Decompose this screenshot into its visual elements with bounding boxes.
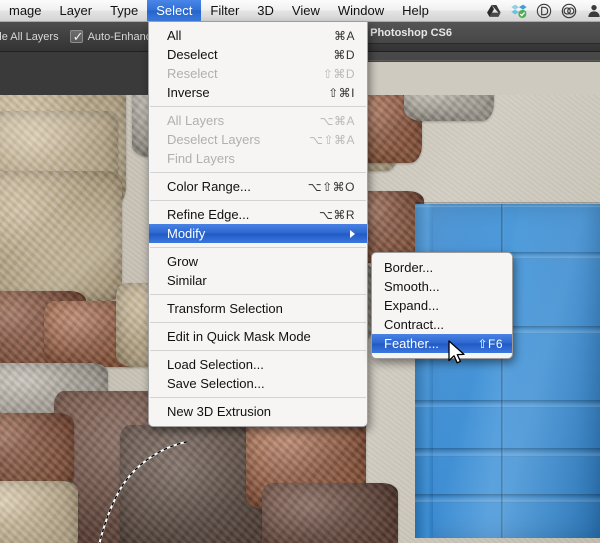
- stone-block: [0, 481, 78, 543]
- menu-item-border[interactable]: Border...: [372, 258, 512, 277]
- creative-cloud-icon[interactable]: [561, 3, 577, 19]
- menu-item-reselect: Reselect⇧⌘D: [149, 64, 367, 83]
- stone-block: [262, 483, 398, 543]
- menu-select[interactable]: Select: [147, 0, 201, 21]
- menu-item-shortcut: ⌘A: [334, 29, 355, 43]
- menu-separator: [150, 322, 366, 323]
- menu-item-label: New 3D Extrusion: [167, 404, 355, 419]
- menu-item-label: Grow: [167, 254, 355, 269]
- menu-item-label: Smooth...: [384, 279, 503, 294]
- menu-separator: [150, 397, 366, 398]
- menu-item-shortcut: ⇧⌘D: [323, 67, 355, 81]
- auto-enhance-label: Auto-Enhance: [88, 31, 158, 43]
- menu-item-shortcut: ⌘D: [333, 48, 355, 62]
- menu-type[interactable]: Type: [101, 0, 147, 21]
- menu-item-contract[interactable]: Contract...: [372, 315, 512, 334]
- menu-item-label: Inverse: [167, 85, 328, 100]
- menu-item-similar[interactable]: Similar: [149, 271, 367, 290]
- menu-item-shortcut: ⇧F6: [477, 337, 503, 351]
- stone-block: [0, 171, 122, 301]
- menu-bar-status-tray: [486, 0, 600, 21]
- menu-filter[interactable]: Filter: [201, 0, 248, 21]
- menu-item-shortcut: ⌥⇧⌘A: [309, 133, 355, 147]
- menu-item-label: Feather...: [384, 336, 477, 351]
- menu-item-label: Save Selection...: [167, 376, 355, 391]
- menu-item-save-selection[interactable]: Save Selection...: [149, 374, 367, 393]
- auto-enhance-checkbox[interactable]: ✓: [70, 30, 83, 43]
- menu-item-label: Refine Edge...: [167, 207, 319, 222]
- menu-view[interactable]: View: [283, 0, 329, 21]
- menu-window[interactable]: Window: [329, 0, 393, 21]
- menu-item-label: Load Selection...: [167, 357, 355, 372]
- menu-item-label: Similar: [167, 273, 355, 288]
- menu-separator: [150, 200, 366, 201]
- menu-layer[interactable]: Layer: [51, 0, 102, 21]
- submenu-arrow-icon: [350, 230, 355, 238]
- menu-item-deselect-layers: Deselect Layers⌥⇧⌘A: [149, 130, 367, 149]
- menu-item-transform-selection[interactable]: Transform Selection: [149, 299, 367, 318]
- menu-item-modify[interactable]: Modify: [149, 224, 367, 243]
- dictionary-icon[interactable]: [536, 3, 552, 19]
- stone-block: [0, 413, 74, 491]
- menu-item-smooth[interactable]: Smooth...: [372, 277, 512, 296]
- dropbox-icon[interactable]: [511, 3, 527, 19]
- modify-submenu[interactable]: Border... Smooth... Expand... Contract... Fe…: [371, 252, 513, 359]
- menu-item-label: Reselect: [167, 66, 323, 81]
- menu-item-label: Expand...: [384, 298, 503, 313]
- menu-item-label: Border...: [384, 260, 503, 275]
- menu-3d[interactable]: 3D: [248, 0, 283, 21]
- document-title-bar: e Photoshop CS6: [350, 22, 600, 44]
- menu-item-find-layers: Find Layers: [149, 149, 367, 168]
- checkmark-icon: ✓: [73, 30, 84, 43]
- stone-block: [404, 95, 494, 121]
- photoshop-window: e Photoshop CS6 mple All Layers ✓ Auto-E…: [0, 0, 600, 543]
- menu-item-all-layers: All Layers⌥⌘A: [149, 111, 367, 130]
- menu-item-label: Find Layers: [167, 151, 355, 166]
- menu-item-label: Transform Selection: [167, 301, 355, 316]
- menu-item-label: Deselect: [167, 47, 333, 62]
- menu-separator: [150, 350, 366, 351]
- menu-item-shortcut: ⌥⌘A: [320, 114, 355, 128]
- document-title: Photoshop CS6: [358, 27, 452, 39]
- menu-item-shortcut: ⇧⌘I: [328, 86, 355, 100]
- sample-all-layers-label: mple All Layers: [0, 31, 59, 43]
- menu-help[interactable]: Help: [393, 0, 438, 21]
- menu-item-deselect[interactable]: Deselect⌘D: [149, 45, 367, 64]
- menu-separator: [150, 106, 366, 107]
- menu-bar[interactable]: mageLayerTypeSelectFilter3DViewWindowHel…: [0, 0, 600, 22]
- menu-item-edit-in-quick-mask-mode[interactable]: Edit in Quick Mask Mode: [149, 327, 367, 346]
- menu-item-shortcut: ⌥⇧⌘O: [308, 180, 355, 194]
- menu-item-expand[interactable]: Expand...: [372, 296, 512, 315]
- menu-item-label: Edit in Quick Mask Mode: [167, 329, 355, 344]
- user-account-icon[interactable]: [586, 3, 600, 19]
- menu-image[interactable]: mage: [0, 0, 51, 21]
- select-menu-dropdown[interactable]: All⌘ADeselect⌘DReselect⇧⌘DInverse⇧⌘IAll …: [148, 22, 368, 427]
- menu-item-feather[interactable]: Feather...⇧F6: [372, 334, 512, 353]
- google-drive-icon[interactable]: [486, 3, 502, 19]
- menu-item-new-3d-extrusion[interactable]: New 3D Extrusion: [149, 402, 367, 421]
- menu-item-color-range[interactable]: Color Range...⌥⇧⌘O: [149, 177, 367, 196]
- menu-item-label: Modify: [167, 226, 344, 241]
- menu-item-all[interactable]: All⌘A: [149, 26, 367, 45]
- menu-item-label: All Layers: [167, 113, 320, 128]
- menu-separator: [150, 294, 366, 295]
- menu-item-inverse[interactable]: Inverse⇧⌘I: [149, 83, 367, 102]
- canvas-top-edge: [356, 62, 600, 95]
- menu-item-load-selection[interactable]: Load Selection...: [149, 355, 367, 374]
- sub-bar-divider: [350, 60, 600, 61]
- menu-separator: [150, 247, 366, 248]
- menu-item-shortcut: ⌥⌘R: [319, 208, 355, 222]
- menu-separator: [150, 172, 366, 173]
- menu-item-label: Contract...: [384, 317, 503, 332]
- menu-item-label: All: [167, 28, 334, 43]
- menu-item-label: Deselect Layers: [167, 132, 309, 147]
- menu-item-label: Color Range...: [167, 179, 308, 194]
- menu-item-grow[interactable]: Grow: [149, 252, 367, 271]
- menu-item-refine-edge[interactable]: Refine Edge...⌥⌘R: [149, 205, 367, 224]
